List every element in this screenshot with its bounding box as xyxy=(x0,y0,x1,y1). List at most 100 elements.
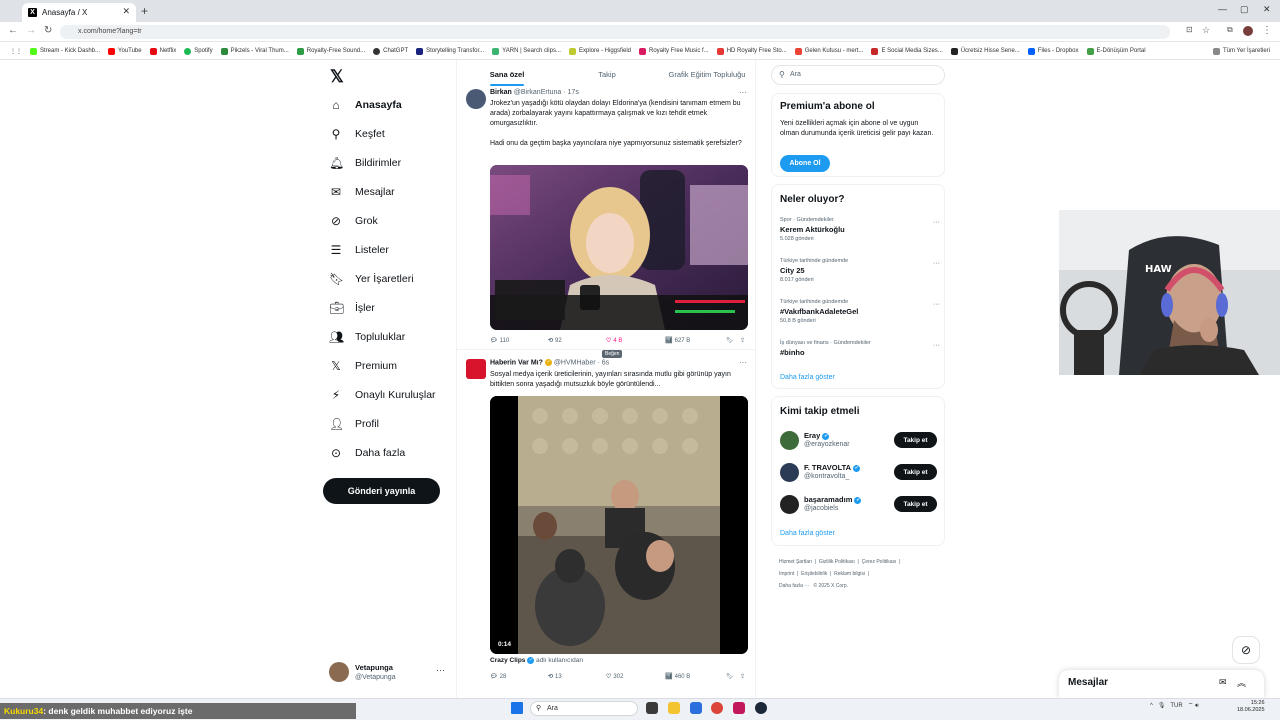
bookmark-icon[interactable]: 🔖︎ xyxy=(726,337,734,344)
chrome-icon[interactable] xyxy=(711,702,723,714)
follow-button[interactable]: Takip et xyxy=(894,432,937,448)
video-source[interactable]: Crazy Clips ✓ adlı kullanıcıdan xyxy=(490,657,583,664)
tweet[interactable]: Haberin Var Mı? ✓ @HVMHaber · 6s ··· Sos… xyxy=(457,357,755,697)
repost-button[interactable]: ⟲ 92 xyxy=(548,337,562,345)
nav-item-home[interactable]: ⌂ Anasayfa xyxy=(329,98,401,112)
bookmark-item[interactable]: ChatGPT xyxy=(369,47,412,55)
more-dots-icon[interactable]: ··· xyxy=(739,88,747,97)
more-dots-icon[interactable]: ··· xyxy=(933,301,940,308)
tweet[interactable]: Birkan @BirkanErtuna · 17s ··· Jrokez'un… xyxy=(457,88,755,358)
windows-start-icon[interactable] xyxy=(511,702,523,714)
microphone-icon[interactable]: 🎙︎ xyxy=(1158,703,1166,709)
expand-icon[interactable]: ︽ xyxy=(1237,676,1246,689)
nav-item-premium[interactable]: 𝕏 Premium xyxy=(329,359,397,373)
show-more-link[interactable]: Daha fazla göster xyxy=(780,374,835,381)
nav-item-messages[interactable]: ✉ Mesajlar xyxy=(329,185,395,199)
bookmark-item[interactable]: YARN | Search clips... xyxy=(488,47,565,55)
bookmark-item[interactable]: YouTube xyxy=(104,47,146,55)
like-button[interactable]: ♡ 4 B xyxy=(606,337,622,345)
reload-icon[interactable]: ↻ xyxy=(44,25,52,36)
bookmark-item[interactable]: Stream - Kick Dashb... xyxy=(26,47,104,55)
store-icon[interactable] xyxy=(690,702,702,714)
account-switcher[interactable]: Vetapunga @Vetapunga ··· xyxy=(329,661,454,685)
url-field[interactable]: x.com/home?lang=tr xyxy=(60,25,1170,39)
more-dots-icon[interactable]: ··· xyxy=(933,342,940,349)
bookmark-item[interactable]: E-Dönüşüm Portal xyxy=(1083,47,1150,55)
nav-item-more[interactable]: ⊙ Daha fazla xyxy=(329,446,405,460)
footer-link[interactable]: Çerez Politikası xyxy=(862,559,897,565)
nav-item-lists[interactable]: ☰ Listeler xyxy=(329,243,389,257)
share-icon[interactable]: ⇪ xyxy=(740,673,745,680)
footer-link[interactable]: Erişilebilirlik xyxy=(801,571,827,577)
taskbar-search[interactable]: ⚲ Ara xyxy=(530,701,638,716)
footer-link[interactable]: Daha fazla ··· xyxy=(779,583,809,589)
window-close-icon[interactable]: ✕ xyxy=(1263,4,1271,15)
follow-suggestion[interactable]: Eray ✓ @erayozkenar Takip et xyxy=(780,430,940,452)
follow-button[interactable]: Takip et xyxy=(894,496,937,512)
x-logo-icon[interactable]: 𝕏 xyxy=(330,67,344,87)
profile-avatar[interactable] xyxy=(1243,26,1253,36)
grok-icon[interactable]: ⊘ xyxy=(1232,636,1260,664)
footer-link[interactable]: Gizlilik Politikası xyxy=(819,559,855,565)
footer-link[interactable]: Hizmet Şartları xyxy=(779,559,812,565)
post-button[interactable]: Gönderi yayınla xyxy=(323,478,440,504)
avatar[interactable] xyxy=(780,431,799,450)
footer-link[interactable]: Imprint xyxy=(779,571,794,577)
repost-button[interactable]: ⟲ 13 xyxy=(548,673,562,681)
nav-item-explore[interactable]: ⚲ Keşfet xyxy=(329,127,385,141)
install-icon[interactable]: ⊡ xyxy=(1186,25,1193,34)
more-dots-icon[interactable]: ··· xyxy=(436,665,445,675)
new-message-icon[interactable]: ✉ xyxy=(1219,677,1227,688)
nav-item-jobs[interactable]: 💼︎ İşler xyxy=(329,301,375,315)
all-bookmarks[interactable]: Tüm Yer İşaretleri xyxy=(1209,47,1280,55)
bookmark-item[interactable]: Ücretsiz Hisse Sene... xyxy=(947,47,1024,55)
tweet-video[interactable]: 0:14 xyxy=(490,396,748,654)
trend-item[interactable]: Spor · Gündemdekiler Kerem Aktürkoğlu 5.02… xyxy=(780,217,940,242)
extensions-icon[interactable]: ⧉ xyxy=(1227,25,1233,35)
reply-button[interactable]: 💬︎ 28 xyxy=(490,673,506,681)
follow-suggestion[interactable]: başaramadım ✓ @jacobiels Takip et xyxy=(780,494,940,516)
wifi-icon[interactable]: ⌔ xyxy=(1188,703,1194,709)
tab-for-you[interactable]: Sana özel xyxy=(457,60,557,88)
nav-item-communities[interactable]: 👥︎ Topluluklar xyxy=(329,330,405,344)
show-more-link[interactable]: Daha fazla göster xyxy=(780,530,835,537)
views-button[interactable]: 📊︎ 627 B xyxy=(665,337,690,345)
avatar[interactable] xyxy=(466,89,486,109)
new-tab-icon[interactable]: + xyxy=(141,4,148,18)
trend-item[interactable]: İş dünyası ve finans · Gündemdekiler #bin… xyxy=(780,340,940,357)
tab-close-icon[interactable]: ✕ xyxy=(122,6,130,17)
tweet-image[interactable] xyxy=(490,165,748,330)
tab-community[interactable]: Grafik Eğitim Topluluğu xyxy=(657,60,755,88)
avatar[interactable] xyxy=(780,463,799,482)
like-button[interactable]: ♡ 302 xyxy=(606,673,623,681)
bookmark-item[interactable]: E Social Media Sizes... xyxy=(867,47,946,55)
chevron-up-icon[interactable]: ^ xyxy=(1150,703,1153,709)
apps-icon[interactable]: ⋮⋮ xyxy=(6,48,26,55)
bookmark-item[interactable]: Storytelling Transfor... xyxy=(412,47,488,55)
bookmark-item[interactable]: Netflix xyxy=(146,47,181,55)
browser-tab[interactable]: X Anasayfa / X ✕ xyxy=(22,3,136,22)
clock[interactable]: 15:26 18.06.2025 xyxy=(1237,700,1265,714)
bookmark-item[interactable]: Royalty Free Music f... xyxy=(635,47,713,55)
avatar[interactable] xyxy=(780,495,799,514)
bookmark-item[interactable]: Explore - Higgsfield xyxy=(565,47,635,55)
bookmark-item[interactable]: Royalty-Free Sound... xyxy=(293,47,369,55)
back-icon[interactable]: ← xyxy=(8,25,18,36)
search-input[interactable]: ⚲ Ara xyxy=(771,65,945,85)
reply-button[interactable]: 💬︎ 110 xyxy=(490,337,509,345)
nav-item-profile[interactable]: 👤︎ Profil xyxy=(329,417,379,431)
bookmark-item[interactable]: Pikzels - Viral Thum... xyxy=(217,47,293,55)
avatar[interactable] xyxy=(466,359,486,379)
author-name[interactable]: Haberin Var Mı? xyxy=(490,359,543,366)
task-view-icon[interactable] xyxy=(646,702,658,714)
tray-language[interactable]: TUR xyxy=(1170,703,1182,709)
maximize-icon[interactable]: ▢ xyxy=(1240,4,1249,15)
app-icon[interactable] xyxy=(733,702,745,714)
author-name[interactable]: Birkan xyxy=(490,89,512,96)
minimize-icon[interactable]: — xyxy=(1218,4,1227,14)
more-dots-icon[interactable]: ··· xyxy=(933,260,940,267)
steam-icon[interactable] xyxy=(755,702,767,714)
bookmark-icon[interactable]: 🔖︎ xyxy=(726,673,734,680)
bookmark-item[interactable]: Files - Dropbox xyxy=(1024,47,1083,55)
volume-icon[interactable]: 🔊︎ xyxy=(1195,703,1199,709)
